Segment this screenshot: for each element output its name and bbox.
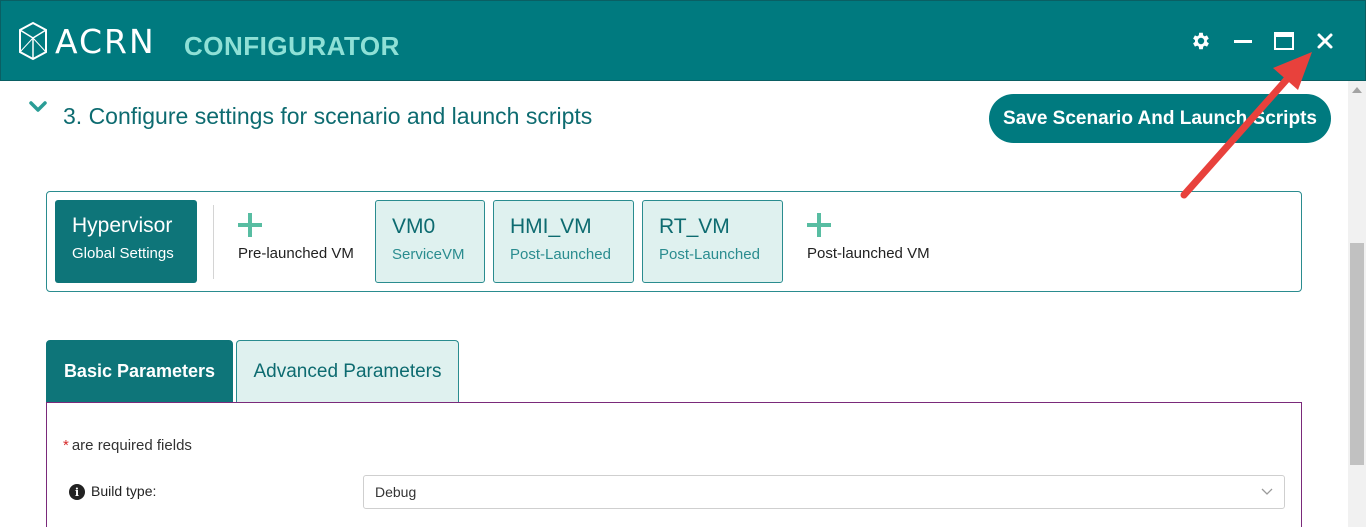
build-type-select[interactable]: Debug xyxy=(363,475,1285,509)
required-fields-note: * are required fields xyxy=(63,437,192,455)
section-title: 3. Configure settings for scenario and l… xyxy=(63,103,593,129)
close-icon xyxy=(1317,33,1333,49)
required-note-text: are required fields xyxy=(71,437,192,454)
vm-type: Post-Launched xyxy=(659,246,760,263)
plus-icon xyxy=(238,213,262,237)
minimize-button[interactable] xyxy=(1230,28,1256,54)
vm-name: RT_VM xyxy=(659,215,730,238)
minimize-icon xyxy=(1234,40,1252,43)
chevron-down-icon[interactable] xyxy=(28,100,48,114)
hypervisor-subtitle: Global Settings xyxy=(72,245,174,262)
close-button[interactable] xyxy=(1312,28,1338,54)
tab-basic-parameters[interactable]: Basic Parameters xyxy=(46,340,233,403)
product-name: CONFIGURATOR xyxy=(184,31,400,61)
add-pre-launched-vm-button[interactable]: Pre-launched VM xyxy=(230,200,370,283)
maximize-icon xyxy=(1274,32,1294,50)
vm-card-hmi-vm[interactable]: HMI_VM Post-Launched xyxy=(493,200,634,283)
vm-type: Post-Launched xyxy=(510,246,611,263)
vm-card-vm0[interactable]: VM0 ServiceVM xyxy=(375,200,485,283)
maximize-button[interactable] xyxy=(1271,28,1297,54)
required-star: * xyxy=(63,437,69,454)
scroll-thumb[interactable] xyxy=(1350,243,1364,465)
build-type-value: Debug xyxy=(375,484,417,500)
vertical-scrollbar[interactable] xyxy=(1348,81,1366,527)
vm-type: ServiceVM xyxy=(392,246,465,263)
save-scenario-button[interactable]: Save Scenario And Launch Scripts xyxy=(989,94,1331,143)
add-post-launched-vm-label: Post-launched VM xyxy=(807,245,930,262)
gear-icon xyxy=(1193,32,1209,50)
vm-divider xyxy=(213,205,214,279)
title-bar: ACRN CONFIGURATOR xyxy=(0,0,1366,81)
chevron-down-icon xyxy=(1261,488,1273,495)
tab-advanced-parameters[interactable]: Advanced Parameters xyxy=(236,340,459,403)
plus-icon xyxy=(807,213,831,237)
vm-card-rt-vm[interactable]: RT_VM Post-Launched xyxy=(642,200,783,283)
brand-name: ACRN xyxy=(55,22,156,61)
build-type-label: Build type: xyxy=(91,483,157,499)
hypervisor-card[interactable]: Hypervisor Global Settings xyxy=(55,200,197,283)
vm-name: VM0 xyxy=(392,215,436,238)
info-icon[interactable]: i xyxy=(69,484,85,500)
add-post-launched-vm-button[interactable]: Post-launched VM xyxy=(800,200,950,283)
scroll-up-arrow-icon[interactable] xyxy=(1352,87,1362,93)
vm-name: HMI_VM xyxy=(510,215,592,238)
add-pre-launched-vm-label: Pre-launched VM xyxy=(238,245,354,262)
hypervisor-title: Hypervisor xyxy=(72,214,173,237)
acrn-logo-icon xyxy=(19,21,47,61)
settings-button[interactable] xyxy=(1188,28,1214,54)
